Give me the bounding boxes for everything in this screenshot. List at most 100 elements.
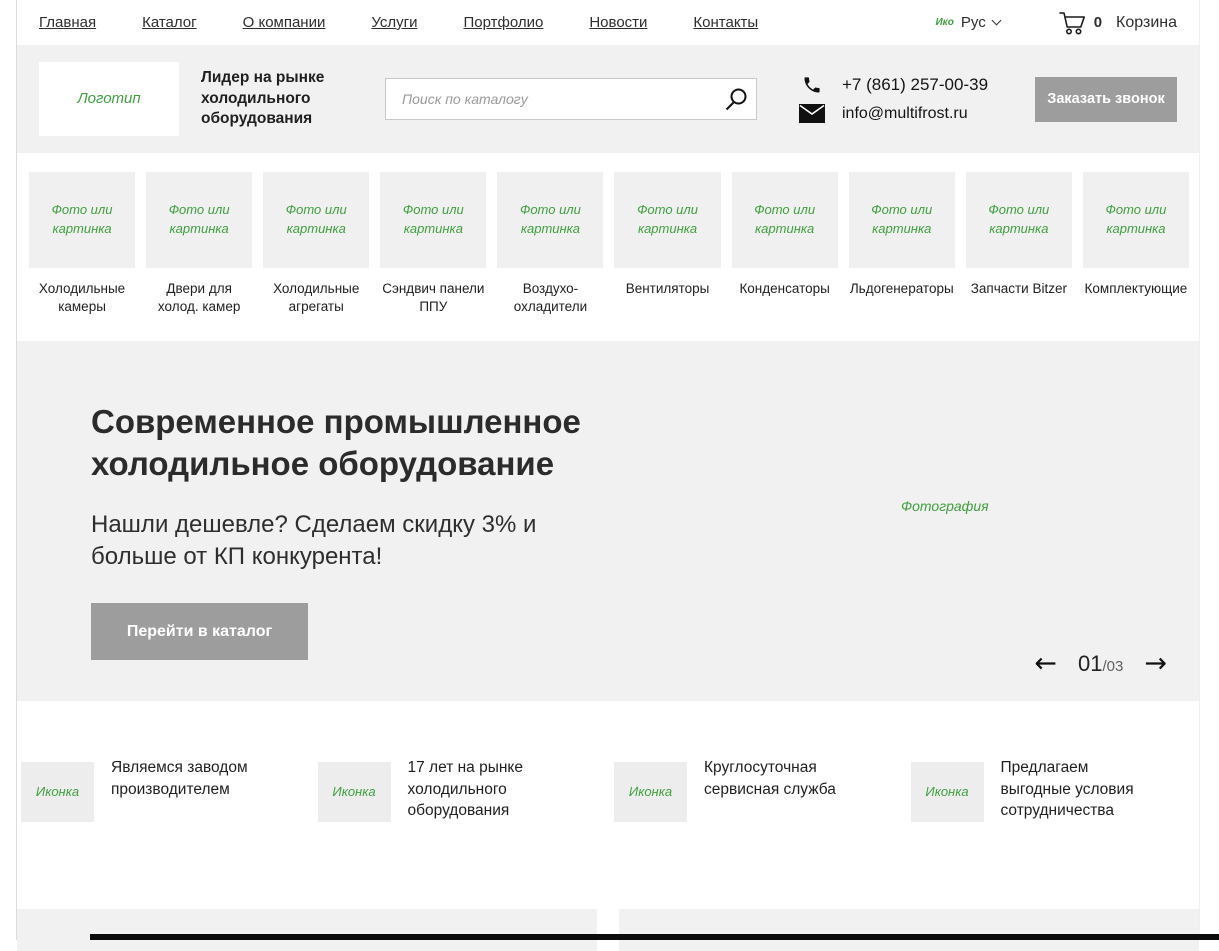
category-label: Вентиляторы	[625, 281, 710, 296]
cart-button[interactable]: 0 Корзина	[1058, 10, 1177, 36]
language-flag-placeholder: Ико	[935, 17, 954, 28]
photo-placeholder-label: Фото или картинка	[637, 202, 698, 236]
photo-placeholder-label: Фото или картинка	[285, 202, 347, 236]
hero-subtitle: Нашли дешевле? Сделаем скидку 3% и больш…	[91, 511, 537, 571]
category-item[interactable]: Фото или картинка Комплектующие	[1082, 172, 1189, 315]
cart-count: 0	[1093, 14, 1103, 31]
email-icon	[799, 104, 825, 123]
search-input[interactable]	[385, 78, 757, 120]
feature-icon-placeholder: Иконка	[910, 762, 984, 823]
feature-item: Иконка Предлагаем выгодные условия сотру…	[910, 756, 1196, 823]
icon-placeholder-label: Иконка	[628, 783, 673, 799]
category-label: Холодильные камеры	[38, 281, 126, 314]
category-photo-placeholder: Фото или картинка	[380, 172, 487, 268]
photo-placeholder-label: Фото или картинка	[988, 202, 1050, 236]
category-photo-placeholder: Фото или картинка	[965, 172, 1072, 268]
company-tagline: Лидер на рынке холодильного оборудования	[201, 68, 325, 128]
feature-text: Круглосуточная сервисная служба	[704, 759, 836, 798]
category-label: Воздухо-охладители	[513, 281, 588, 314]
phone-row: +7 (861) 257-00-39	[799, 75, 988, 95]
hero-photo-placeholder: Фотография	[901, 498, 989, 515]
feature-icon-placeholder: Иконка	[614, 762, 687, 823]
category-label: Льдогенераторы	[849, 281, 954, 296]
feature-text: Предлагаем выгодные условия сотрудничест…	[1000, 759, 1134, 820]
email-address[interactable]: info@multifrost.ru	[842, 105, 968, 123]
category-photo-placeholder: Фото или картинка	[263, 172, 370, 268]
feature-item: Иконка Являемся заводом производителем	[21, 756, 306, 823]
category-photo-placeholder: Фото или картинка	[1082, 172, 1189, 268]
nav-link-services[interactable]: Услуги	[371, 14, 417, 31]
chevron-down-icon	[991, 15, 1002, 26]
slider-pagination: ← 01 /03 →	[1034, 650, 1167, 677]
nav-link-catalog[interactable]: Каталог	[142, 14, 197, 31]
categories-section: Фото или картинка Холодильные камеры Фот…	[17, 153, 1199, 342]
category-photo-placeholder: Фото или картинка	[614, 172, 721, 268]
feature-item: Иконка 17 лет на рынке холодильного обор…	[317, 756, 603, 823]
feature-text: Являемся заводом производителем	[111, 759, 248, 798]
photo-placeholder-label: Фото или картинка	[754, 202, 816, 236]
header-contacts: +7 (861) 257-00-39 info@multifrost.ru	[799, 75, 988, 123]
nav-link-main[interactable]: Главная	[39, 14, 96, 31]
category-item[interactable]: Фото или картинка Двери для холод. камер	[146, 172, 253, 315]
search-icon[interactable]	[723, 86, 749, 112]
photo-placeholder-label: Фото или картинка	[519, 202, 581, 236]
nav-link-portfolio[interactable]: Портфолио	[464, 14, 544, 31]
category-item[interactable]: Фото или картинка Вентиляторы	[614, 172, 721, 315]
nav-link-news[interactable]: Новости	[589, 14, 647, 31]
features-section: Иконка Являемся заводом производителем И…	[17, 756, 1199, 823]
category-photo-placeholder: Фото или картинка	[848, 172, 955, 268]
category-item[interactable]: Фото или картинка Льдогенераторы	[848, 172, 955, 315]
category-label: Холодильные агрегаты	[273, 281, 360, 314]
category-label: Конденсаторы	[739, 281, 830, 296]
category-photo-placeholder: Фото или картинка	[146, 172, 253, 268]
logo-placeholder[interactable]: Логотип	[39, 62, 179, 136]
category-label: Комплектующие	[1084, 281, 1188, 296]
category-item[interactable]: Фото или картинка Холодильные камеры	[29, 172, 136, 315]
nav-link-contacts[interactable]: Контакты	[693, 14, 758, 31]
category-label: Двери для холод. камер	[157, 281, 241, 314]
phone-icon	[799, 75, 825, 95]
hero-banner: Современное промышленное холодильное обо…	[17, 341, 1199, 702]
bottom-block-left	[17, 909, 597, 951]
category-item[interactable]: Фото или картинка Конденсаторы	[731, 172, 838, 315]
category-item[interactable]: Фото или картинка Воздухо-охладители	[497, 172, 604, 315]
bottom-block-right	[619, 909, 1199, 951]
callback-button[interactable]: Заказать звонок	[1035, 76, 1177, 122]
feature-icon-placeholder: Иконка	[21, 762, 94, 823]
prev-slide-arrow[interactable]: ←	[1034, 650, 1057, 677]
feature-item: Иконка Круглосуточная сервисная служба	[614, 756, 899, 823]
nav-right: Ико Рус 0 Корзина	[935, 10, 1177, 36]
photo-placeholder-label: Фото или картинка	[51, 202, 113, 236]
photo-placeholder-label: Фото или картинка	[1105, 202, 1167, 236]
feature-icon-placeholder: Иконка	[317, 762, 391, 823]
cart-icon	[1058, 11, 1085, 34]
page-container: Главная Каталог О компании Услуги Портфо…	[16, 0, 1200, 951]
next-slide-arrow[interactable]: →	[1144, 650, 1167, 677]
category-photo-placeholder: Фото или картинка	[731, 172, 838, 268]
category-photo-placeholder: Фото или картинка	[497, 172, 604, 268]
category-photo-placeholder: Фото или картинка	[29, 172, 136, 268]
bottom-bar	[90, 934, 1219, 940]
icon-placeholder-label: Иконка	[35, 783, 80, 799]
photo-placeholder-label: Фото или картинка	[168, 202, 230, 236]
bottom-blocks	[17, 909, 1199, 951]
site-header: Логотип Лидер на рынке холодильного обор…	[17, 45, 1199, 153]
category-item[interactable]: Фото или картинка Сэндвич панели ППУ	[380, 172, 487, 315]
nav-link-about[interactable]: О компании	[243, 14, 326, 31]
email-row: info@multifrost.ru	[799, 104, 988, 123]
go-to-catalog-button[interactable]: Перейти в каталог	[91, 603, 308, 661]
feature-text: 17 лет на рынке холодильного оборудовани…	[407, 759, 524, 820]
language-selector[interactable]: Рус	[960, 14, 1002, 31]
icon-placeholder-label: Иконка	[925, 783, 969, 799]
search-box	[385, 78, 757, 120]
nav-links: Главная Каталог О компании Услуги Портфо…	[39, 14, 758, 31]
category-item[interactable]: Фото или картинка Запчасти Bitzer	[965, 172, 1072, 315]
top-navigation: Главная Каталог О компании Услуги Портфо…	[17, 0, 1199, 45]
category-item[interactable]: Фото или картинка Холодильные агрегаты	[263, 172, 370, 315]
cart-label: Корзина	[1116, 13, 1177, 31]
language-label: Рус	[960, 14, 986, 31]
phone-number[interactable]: +7 (861) 257-00-39	[842, 75, 988, 95]
logo-placeholder-label: Логотип	[77, 90, 141, 108]
category-label: Запчасти Bitzer	[970, 281, 1067, 296]
photo-placeholder-label: Фото или картинка	[871, 202, 933, 236]
